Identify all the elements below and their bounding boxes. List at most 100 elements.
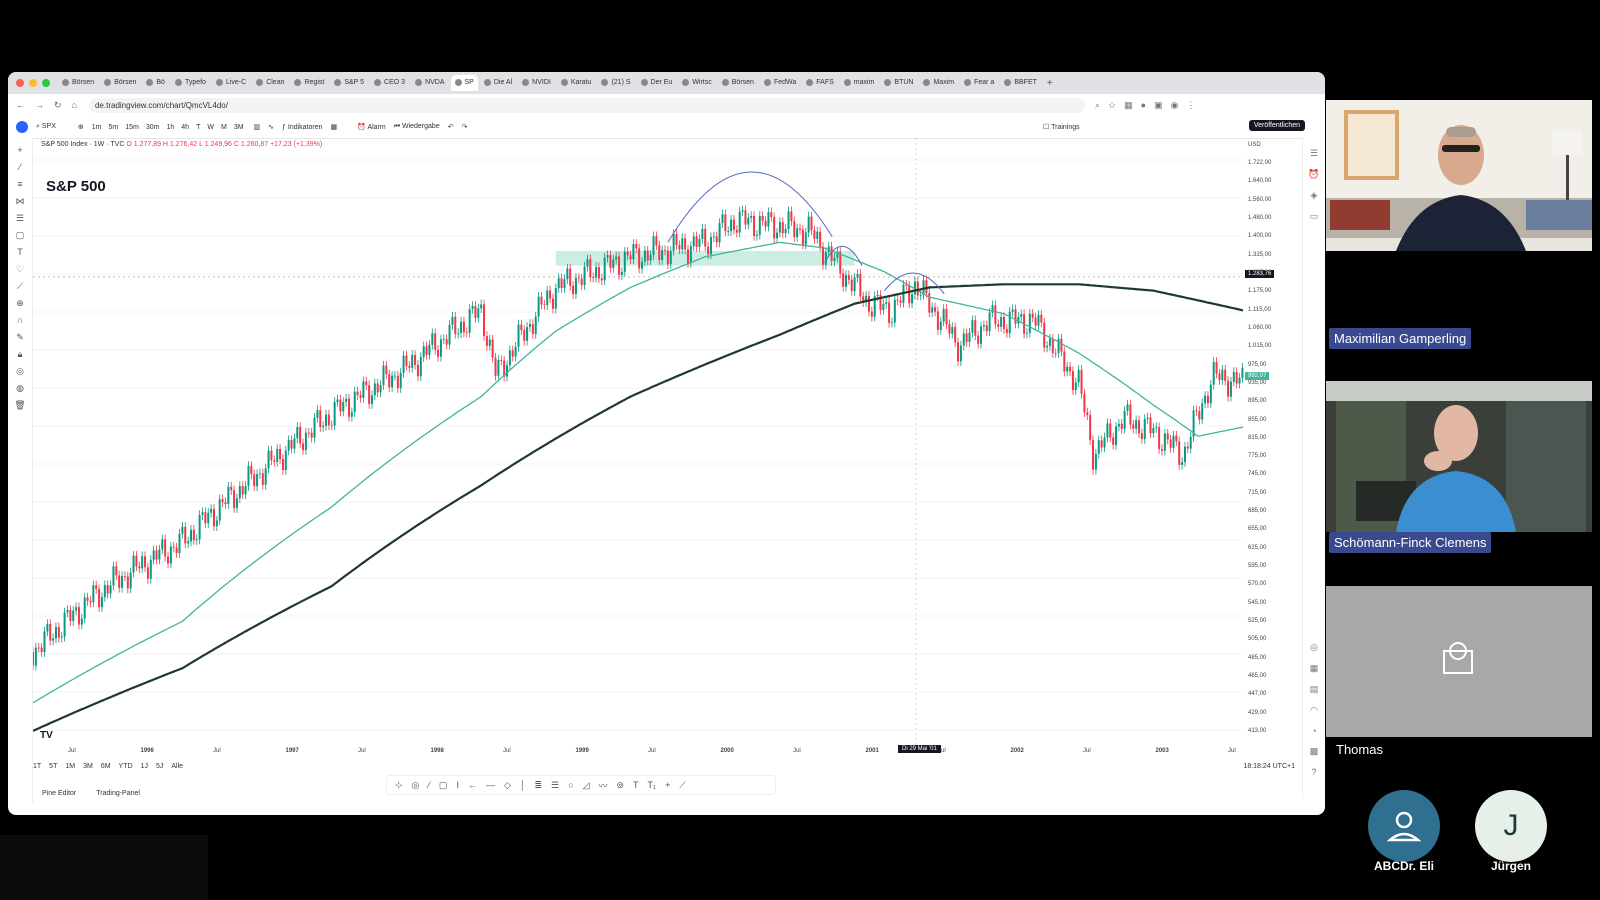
browser-tab[interactable]: FedWa	[760, 75, 800, 91]
publish-button[interactable]: Veröffentlichen	[1248, 120, 1305, 131]
timeframe-button[interactable]: T	[196, 124, 200, 131]
bottom-panel-tab[interactable]: Pine Editor	[42, 790, 76, 797]
range-button[interactable]: 5J	[156, 763, 163, 770]
timeframe-button[interactable]: W	[207, 124, 214, 131]
stream-icon[interactable]: ◠	[1303, 705, 1325, 716]
timeframe-button[interactable]: M	[221, 124, 227, 131]
timeframe-button[interactable]: 30m	[146, 124, 160, 131]
browser-tab[interactable]: Börsen	[100, 75, 140, 91]
time-axis[interactable]: Jul 1996 Jul 1997 Jul 1998 Jul 1999 Jul 2000 Jul 20…	[33, 746, 1243, 758]
symbol-search[interactable]: ⌕ SPX	[36, 123, 56, 131]
browser-tab[interactable]: NVIDI	[518, 75, 555, 91]
participant-video-clemens[interactable]	[1326, 381, 1592, 532]
line-type-icon[interactable]: ∿	[268, 123, 274, 131]
browser-tab[interactable]: Die Al	[480, 75, 516, 91]
menu-icon[interactable]: ⋮	[1186, 100, 1195, 111]
browser-tab[interactable]: Maxim	[919, 75, 958, 91]
minimize-window-button[interactable]	[29, 79, 37, 87]
range-button[interactable]: 5T	[49, 763, 57, 770]
price-axis[interactable]: USD 1.722,00 1.640,00 1.560,00 1.480,00 1.40…	[1246, 138, 1282, 748]
timeframe-button[interactable]: 4h	[181, 124, 189, 131]
browser-tab[interactable]: Karatu	[557, 75, 596, 91]
heart-icon[interactable]: ♡	[14, 264, 26, 274]
crosshair-icon[interactable]: +	[14, 145, 26, 155]
ruler-icon[interactable]: ⟋	[14, 281, 26, 291]
browser-tab[interactable]: Börsen	[58, 75, 98, 91]
trash-icon[interactable]: 🗑︎	[14, 400, 26, 410]
browser-tab[interactable]: maxim	[840, 75, 879, 91]
browser-tab[interactable]: FAFS	[802, 75, 838, 91]
add-symbol-icon[interactable]: ⊕	[78, 123, 84, 131]
home-icon[interactable]: ⌂	[72, 100, 77, 111]
lock-icon[interactable]: 🔒︎	[14, 349, 26, 359]
chart-type-icon[interactable]: ▥	[254, 123, 261, 131]
extension-icon[interactable]: ▦	[1124, 100, 1133, 111]
visibility-icon[interactable]: ◎	[14, 366, 26, 376]
undo-icon[interactable]: ↶	[448, 123, 454, 131]
browser-tab[interactable]: Börsen	[718, 75, 758, 91]
layers-icon[interactable]: ◈	[1303, 190, 1325, 201]
user-avatar-icon[interactable]	[16, 121, 28, 133]
trendline-icon[interactable]: ⁄	[14, 162, 26, 172]
shapes-icon[interactable]: ▢	[14, 230, 26, 240]
participant-avatar-juergen[interactable]: J	[1475, 790, 1547, 862]
participant-placeholder-thomas[interactable]	[1326, 586, 1592, 737]
browser-tab[interactable]: SP	[450, 75, 478, 91]
browser-tab[interactable]: Bö	[142, 75, 169, 91]
timeframe-button[interactable]: 3M	[234, 124, 244, 131]
replay-button[interactable]: ⏮ Wiedergabe	[394, 123, 440, 131]
bottom-panel-tab[interactable]: Trading-Panel	[96, 790, 140, 797]
projection-icon[interactable]: ☰	[14, 213, 26, 223]
alarm-button[interactable]: ⏰ Alarm	[357, 123, 386, 131]
maximize-window-button[interactable]	[42, 79, 50, 87]
target-icon[interactable]: ◎	[1303, 642, 1325, 653]
indicators-button[interactable]: ƒ Indikatoren	[282, 124, 322, 131]
draw-mode-icon[interactable]: ✎	[14, 332, 26, 342]
participant-video-maximilian[interactable]	[1326, 100, 1592, 251]
browser-tab[interactable]: BBFET	[1000, 75, 1041, 91]
range-button[interactable]: 1M	[65, 763, 75, 770]
timeframe-button[interactable]: 1h	[166, 124, 174, 131]
layouts-icon[interactable]: ▦	[331, 123, 338, 131]
bookmark-star-icon[interactable]: ☆	[1108, 100, 1116, 111]
trainings-button[interactable]: ☐ Trainings	[1043, 123, 1080, 131]
chat-icon[interactable]: ▭	[1303, 211, 1325, 222]
extension-icon[interactable]: ●	[1141, 100, 1146, 111]
range-button[interactable]: YTD	[119, 763, 133, 770]
browser-tab[interactable]: Fear a	[960, 75, 998, 91]
browser-tab[interactable]: Regist	[290, 75, 328, 91]
browser-tab[interactable]: Wirtsc	[678, 75, 715, 91]
timeframe-button[interactable]: 5m	[109, 124, 119, 131]
range-button[interactable]: 6M	[101, 763, 111, 770]
pattern-icon[interactable]: ⋈	[14, 196, 26, 206]
fib-icon[interactable]: ≡	[14, 179, 26, 189]
browser-tab[interactable]: Der Eu	[637, 75, 677, 91]
help-icon[interactable]: ?	[1303, 767, 1325, 777]
forward-icon[interactable]: →	[35, 100, 44, 111]
browser-tab[interactable]: Typefo	[171, 75, 210, 91]
grid-icon[interactable]: ▩	[1303, 746, 1325, 757]
browser-tab[interactable]: BTUN	[880, 75, 917, 91]
range-button[interactable]: 3M	[83, 763, 93, 770]
range-button[interactable]: Alle	[171, 763, 183, 770]
redo-icon[interactable]: ↷	[462, 123, 468, 131]
globe-icon[interactable]: ◍	[14, 383, 26, 393]
magnet-icon[interactable]: ∩	[14, 315, 26, 325]
timeframe-button[interactable]: 1m	[92, 124, 102, 131]
bell-icon[interactable]: ◔	[1303, 726, 1325, 736]
range-button[interactable]: 1J	[141, 763, 148, 770]
timeframe-button[interactable]: 15m	[125, 124, 139, 131]
price-chart[interactable]	[33, 138, 1273, 748]
url-field[interactable]: de.tradingview.com/chart/QmcVL4do/	[88, 97, 1085, 113]
close-window-button[interactable]	[16, 79, 24, 87]
participant-avatar-eli[interactable]	[1368, 790, 1440, 862]
text-icon[interactable]: T	[14, 247, 26, 257]
new-tab-button[interactable]: +	[1047, 78, 1053, 89]
back-icon[interactable]: ←	[16, 100, 25, 111]
browser-tab[interactable]: CEO 3	[370, 75, 409, 91]
range-button[interactable]: 1T	[33, 763, 41, 770]
zoom-icon[interactable]: ⌕	[1095, 100, 1100, 111]
calendar-icon[interactable]: ▦	[1303, 663, 1325, 674]
reload-icon[interactable]: ↻	[54, 100, 62, 111]
zoom-in-icon[interactable]: ⊕	[14, 298, 26, 308]
